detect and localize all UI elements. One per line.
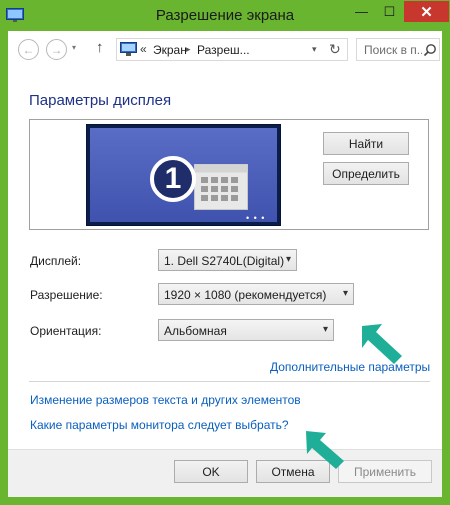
dialog-client-area: ← → ▾ ↑ « Экран ▸ Разреш... ▾ ↻ Поиск в … (8, 31, 442, 497)
identify-button[interactable]: Определить (323, 162, 409, 185)
teal-arrow-icon (306, 431, 344, 469)
back-arrow-icon[interactable]: ← (18, 39, 39, 60)
search-input[interactable]: Поиск в п... (356, 38, 440, 61)
resolution-select[interactable]: 1920 × 1080 (рекомендуется) ▾ (158, 283, 354, 305)
monitor-help-link[interactable]: Какие параметры монитора следует выбрать… (30, 418, 289, 432)
monitor-screen: 1 • • • (90, 128, 277, 223)
control-panel-icon (120, 42, 137, 56)
breadcrumb-overflow-icon[interactable]: « (140, 42, 147, 56)
address-dropdown-icon[interactable]: ▾ (312, 44, 317, 55)
monitor-1-thumbnail[interactable]: 1 • • • (86, 124, 281, 226)
chevron-down-icon: ▾ (342, 288, 348, 299)
resolution-label: Разрешение: (30, 288, 103, 302)
page-title: Параметры дисплея (29, 92, 172, 109)
chevron-down-icon: ▾ (322, 324, 328, 335)
search-placeholder: Поиск в п... (364, 43, 422, 57)
chevron-down-icon: ▾ (285, 254, 291, 265)
title-bar[interactable]: Разрешение экрана — ☐ ✕ (0, 0, 450, 31)
divider (29, 381, 430, 382)
orientation-select-value: Альбомная (164, 324, 227, 338)
search-icon[interactable] (423, 43, 437, 57)
apply-button[interactable]: Применить (338, 460, 432, 483)
recent-locations-icon[interactable]: ▾ (72, 43, 76, 52)
text-size-link[interactable]: Изменение размеров текста и других элеме… (30, 393, 301, 407)
display-select-value: 1. Dell S2740L(Digital) (164, 254, 285, 268)
window: Разрешение экрана — ☐ ✕ ← → ▾ ↑ « Экран … (0, 0, 450, 505)
resolution-select-value: 1920 × 1080 (рекомендуется) (164, 288, 327, 302)
breadcrumb-item-resolution[interactable]: Разреш... (197, 43, 250, 57)
monitor-dots: • • • (246, 213, 266, 223)
monitor-number-badge: 1 (150, 156, 196, 202)
breadcrumb-chevron-icon[interactable]: ▸ (186, 44, 191, 55)
up-arrow-icon[interactable]: ↑ (96, 39, 104, 56)
display-select[interactable]: 1. Dell S2740L(Digital) ▾ (158, 249, 297, 271)
breadcrumb-item-screen[interactable]: Экран (153, 43, 187, 57)
maximize-button[interactable]: ☐ (376, 1, 403, 22)
teal-arrow-icon (362, 324, 402, 364)
find-button[interactable]: Найти (323, 132, 409, 155)
address-bar[interactable]: « Экран ▸ Разреш... ▾ ↻ (116, 38, 348, 61)
display-label: Дисплей: (30, 254, 82, 268)
desktop-grid-icon (194, 164, 248, 210)
forward-arrow-icon[interactable]: → (46, 39, 67, 60)
ok-button[interactable]: OK (174, 460, 248, 483)
orientation-select[interactable]: Альбомная ▾ (158, 319, 334, 341)
refresh-icon[interactable]: ↻ (329, 41, 341, 58)
orientation-label: Ориентация: (30, 324, 102, 338)
close-button[interactable]: ✕ (404, 1, 449, 22)
address-toolbar: ← → ▾ ↑ « Экран ▸ Разреш... ▾ ↻ Поиск в … (8, 31, 442, 67)
advanced-settings-link[interactable]: Дополнительные параметры (270, 360, 430, 374)
minimize-button[interactable]: — (348, 1, 375, 22)
